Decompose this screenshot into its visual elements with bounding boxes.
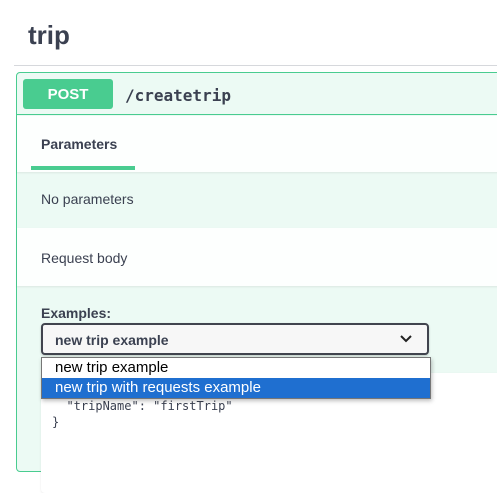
examples-select[interactable]: new trip example bbox=[41, 323, 429, 355]
dropdown-option[interactable]: new trip with requests example bbox=[42, 378, 430, 398]
operation-path: /createtrip bbox=[125, 86, 231, 105]
chevron-down-icon bbox=[400, 335, 412, 343]
examples-dropdown-list: new trip example new trip with requests … bbox=[41, 357, 431, 399]
tab-parameters[interactable]: Parameters bbox=[41, 136, 117, 152]
examples-label: Examples: bbox=[41, 305, 112, 321]
code-line: "tripName": "firstTrip" bbox=[52, 399, 233, 413]
tab-active-indicator bbox=[31, 166, 135, 170]
operation-summary[interactable]: POST /createtrip bbox=[17, 73, 497, 115]
request-body-title: Request body bbox=[41, 250, 128, 266]
no-parameters-text: No parameters bbox=[41, 191, 134, 207]
request-body-header: Request body bbox=[17, 228, 497, 286]
method-badge: POST bbox=[23, 79, 113, 109]
code-line: } bbox=[52, 415, 60, 429]
operation-block: POST /createtrip Parameters No parameter… bbox=[16, 72, 497, 493]
tag-divider bbox=[14, 65, 497, 66]
tag-title[interactable]: trip bbox=[28, 20, 70, 51]
dropdown-option[interactable]: new trip example bbox=[42, 358, 430, 378]
examples-select-value: new trip example bbox=[55, 332, 169, 348]
parameters-tab-header: Parameters bbox=[17, 116, 497, 172]
